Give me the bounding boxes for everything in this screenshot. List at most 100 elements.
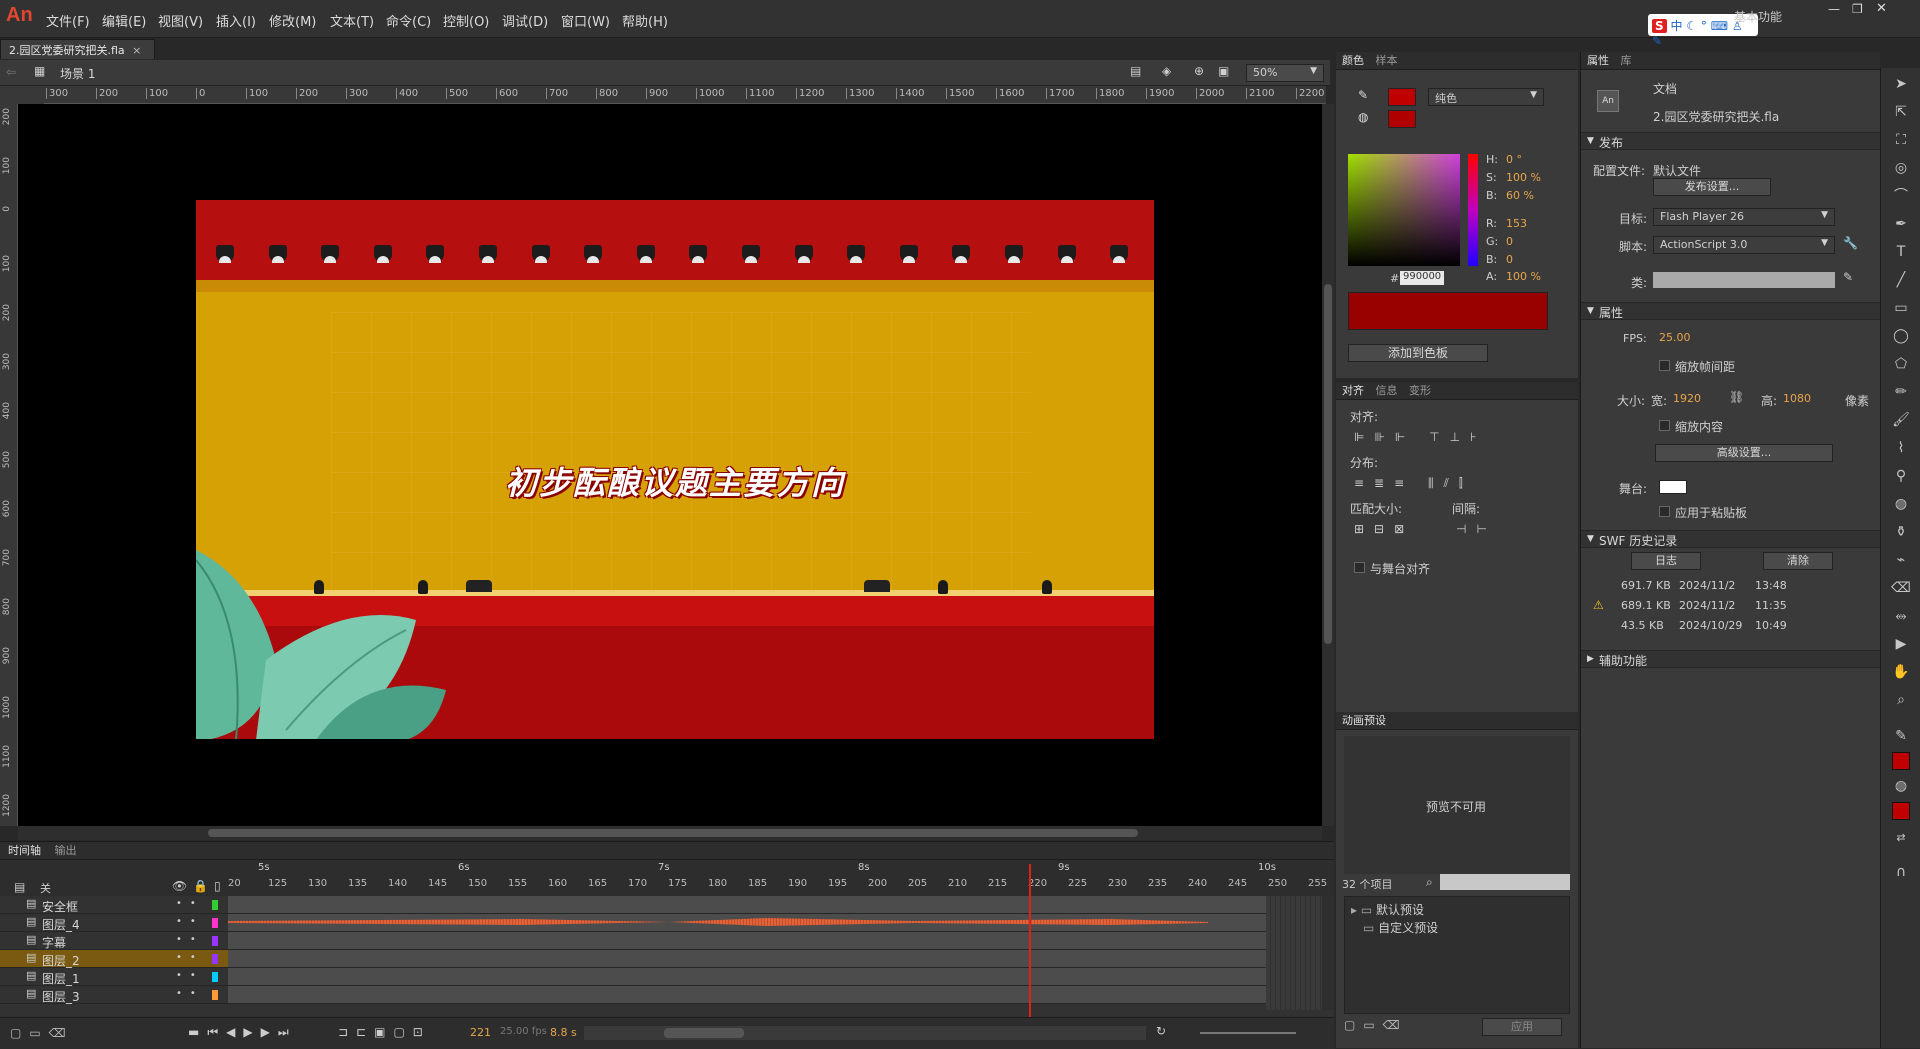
layer-visibility-lock-dots[interactable]: •• <box>176 970 204 981</box>
rectangle-tool-icon[interactable]: ▭ <box>1891 298 1911 318</box>
height-value[interactable]: 1080 <box>1783 392 1811 405</box>
layer-name[interactable]: 图层_2 <box>42 952 80 969</box>
camera-tool-icon[interactable]: ▶ <box>1891 634 1911 654</box>
menu-text[interactable]: 文本(T) <box>330 11 374 30</box>
alpha-value[interactable]: 100 % <box>1506 270 1541 283</box>
swf-history-section-header[interactable]: ▼ SWF 历史记录 <box>1581 530 1881 548</box>
advanced-settings-button[interactable]: 高级设置... <box>1655 444 1833 462</box>
layer-name[interactable]: 图层_1 <box>42 970 80 987</box>
layer-color-swatch[interactable] <box>212 990 218 1000</box>
tab-swatches[interactable]: 样本 <box>1376 54 1398 67</box>
empty-frames-area[interactable] <box>1266 896 1326 1010</box>
pen-tool-icon[interactable]: ✒ <box>1891 214 1911 234</box>
pencil-tool-icon[interactable]: ✏ <box>1891 382 1911 402</box>
playback-controls-icon[interactable]: ▬⏮◀▶▶⏭ <box>188 1025 297 1040</box>
layer-actions-icon[interactable]: ▢▭⌫ <box>10 1026 74 1040</box>
selection-tool-icon[interactable]: ➤ <box>1891 74 1911 94</box>
horizontal-scrollbar[interactable] <box>18 826 1322 840</box>
tab-motion-presets[interactable]: 动画预设 <box>1342 714 1386 727</box>
vertical-scrollbar[interactable] <box>1322 104 1334 826</box>
menu-edit[interactable]: 编辑(E) <box>102 11 146 30</box>
stroke-color-swatch[interactable] <box>1388 88 1416 106</box>
tab-timeline[interactable]: 时间轴 <box>8 844 41 857</box>
match-size-buttons-icon[interactable]: ⊞⊟⊠ <box>1354 522 1414 536</box>
layer-visibility-lock-dots[interactable]: •• <box>176 988 204 999</box>
width-tool-icon[interactable]: ⥈ <box>1891 606 1911 626</box>
menu-view[interactable]: 视图(V) <box>158 11 203 30</box>
hand-tool-icon[interactable]: ✋ <box>1891 662 1911 682</box>
layer-frames[interactable] <box>228 932 1266 949</box>
scene-name[interactable]: 场景 1 <box>60 65 95 82</box>
workspace-switcher[interactable]: 基本功能 <box>1734 8 1782 25</box>
frame-zoom-slider[interactable] <box>1200 1032 1296 1034</box>
clip-icon[interactable]: ▣ <box>1218 64 1229 78</box>
layer-name[interactable]: 字幕 <box>42 934 66 951</box>
layer-visibility-lock-dots[interactable]: •• <box>176 916 204 927</box>
r-value[interactable]: 153 <box>1506 217 1527 230</box>
ink-bottle-tool-icon[interactable]: ⚱ <box>1891 522 1911 542</box>
fps-value[interactable]: 25.00 <box>1659 331 1691 344</box>
layer-options-icon[interactable]: ▤ <box>14 880 25 894</box>
layer-frames[interactable] <box>228 968 1266 985</box>
subselection-tool-icon[interactable]: ⇱ <box>1891 102 1911 122</box>
menu-window[interactable]: 窗口(W) <box>561 11 610 30</box>
zoom-select[interactable]: 50% ▼ <box>1246 64 1324 82</box>
layer-name[interactable]: 安全框 <box>42 898 78 915</box>
space-buttons-icon[interactable]: ⊣⊢ <box>1456 522 1497 536</box>
preset-actions-icon[interactable]: ▢▭⌫ <box>1344 1018 1408 1032</box>
link-icon[interactable]: ⛓ <box>1729 390 1744 404</box>
class-input[interactable] <box>1653 272 1835 288</box>
timeline-layer-row[interactable]: ▤ 字幕 •• <box>0 932 1334 950</box>
fill-color-swatch[interactable] <box>1388 110 1416 128</box>
fill-type-select[interactable]: 纯色 ▼ <box>1428 88 1544 106</box>
preset-folder-custom[interactable]: ▭ 自定义预设 <box>1363 919 1438 936</box>
timeline-vscroll[interactable] <box>1322 896 1334 1010</box>
playhead[interactable] <box>1029 864 1031 1024</box>
align-to-stage-checkbox[interactable] <box>1354 562 1365 573</box>
tab-output[interactable]: 输出 <box>55 844 77 857</box>
log-button[interactable]: 日志 <box>1631 552 1701 570</box>
layer-frames[interactable] <box>228 914 1266 931</box>
fill-color-tool-swatch[interactable] <box>1892 802 1910 820</box>
accessibility-section-header[interactable]: ▶ 辅助功能 <box>1581 650 1881 668</box>
loop-icon[interactable]: ↻ <box>1156 1024 1166 1038</box>
line-tool-icon[interactable]: ╱ <box>1891 270 1911 290</box>
hex-input[interactable]: 990000 <box>1400 271 1444 285</box>
scale-span-checkbox[interactable] <box>1659 360 1670 371</box>
timeline-hscroll[interactable] <box>584 1026 1146 1040</box>
scroll-thumb-v[interactable] <box>1324 284 1332 644</box>
layer-name[interactable]: 图层_3 <box>42 988 80 1005</box>
edit-class-pencil-icon[interactable]: ✎ <box>1843 270 1853 284</box>
swf-history-row[interactable]: 43.5 KB 2024/10/29 10:49 <box>1581 618 1881 636</box>
stroke-color-tool-swatch[interactable] <box>1892 752 1910 770</box>
color-picker-field[interactable] <box>1348 154 1460 266</box>
frame-rate[interactable]: 25.00 fps <box>500 1026 547 1037</box>
blue-value[interactable]: 0 <box>1506 253 1513 266</box>
publish-section-header[interactable]: ▼ 发布 <box>1581 132 1881 150</box>
eraser-tool-icon[interactable]: ⌫ <box>1891 578 1911 598</box>
target-select[interactable]: Flash Player 26 ▼ <box>1653 208 1835 226</box>
script-select[interactable]: ActionScript 3.0 ▼ <box>1653 236 1835 254</box>
current-frame[interactable]: 221 <box>470 1026 491 1039</box>
layer-toggle-icons[interactable]: 👁🔒▯ <box>172 879 227 893</box>
hue-slider[interactable] <box>1468 154 1478 266</box>
g-value[interactable]: 0 <box>1506 235 1513 248</box>
edit-scene-icon[interactable]: ▤ <box>1130 64 1141 78</box>
layer-visibility-lock-dots[interactable]: •• <box>176 898 204 909</box>
eyedropper-tool-icon[interactable]: ⌁ <box>1891 550 1911 570</box>
close-window-icon[interactable]: ✕ <box>1876 1 1887 16</box>
onion-skin-icons[interactable]: ⊐⊏▣▢⊡ <box>338 1025 431 1039</box>
h-value[interactable]: 0 ° <box>1506 153 1522 166</box>
add-to-swatches-button[interactable]: 添加到色板 <box>1348 344 1488 362</box>
stage-title-text[interactable]: 初步酝酿议题主要方向 <box>196 458 1154 504</box>
layer-color-swatch[interactable] <box>212 900 218 910</box>
swf-history-row[interactable]: 691.7 KB 2024/11/2 13:48 <box>1581 578 1881 596</box>
publish-settings-button[interactable]: 发布设置... <box>1653 178 1771 196</box>
stage-canvas[interactable]: 初步酝酿议题主要方向 <box>196 200 1154 739</box>
layer-frames[interactable] <box>228 896 1266 913</box>
apply-to-pasteboard-checkbox[interactable] <box>1659 506 1670 517</box>
timeline-layer-row[interactable]: ▤ 安全框 •• <box>0 896 1334 914</box>
tab-properties[interactable]: 属性 <box>1587 54 1609 67</box>
lasso-tool-icon[interactable]: ⌒ <box>1891 186 1911 206</box>
tab-color[interactable]: 颜色 <box>1342 54 1364 67</box>
